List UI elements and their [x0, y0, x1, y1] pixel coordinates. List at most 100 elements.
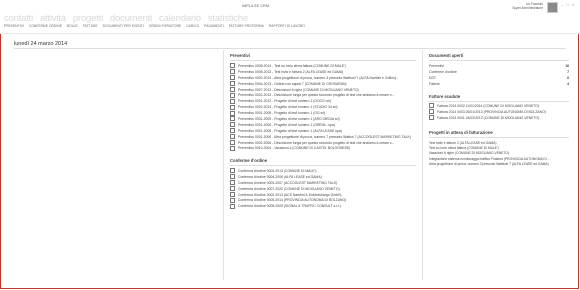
conferme-title: Conferme d'ordine: [230, 158, 268, 163]
checkbox[interactable]: [230, 81, 235, 87]
column-separator-left: [223, 50, 224, 280]
documenti-row-label: Preventivi: [429, 64, 444, 68]
checkbox[interactable]: [230, 92, 235, 98]
conferma-item[interactable]: Conferma d'ordine 0005-2009 (SIGNAL & TR…: [230, 203, 346, 209]
checkbox[interactable]: [230, 110, 235, 116]
documenti-underline: [429, 60, 569, 61]
page-date: lunedì 24 marzo 2014: [14, 41, 68, 47]
documenti-row[interactable]: Fatture 4: [429, 81, 569, 87]
app-brand: IMPULSE CRM: [242, 4, 270, 8]
subnav-fatture-proforma[interactable]: FATTURE PROFORMA: [229, 24, 264, 28]
checkbox[interactable]: [230, 122, 235, 128]
preventivo-item-label: Preventivo 0001-2008 - Progetto di test …: [238, 128, 342, 133]
documenti-row-label: DDT: [429, 76, 436, 80]
avatar[interactable]: [547, 2, 558, 13]
checkbox[interactable]: [429, 109, 434, 115]
progetti-attesa-title: Progetti in attesa di fatturazione: [429, 130, 493, 135]
subnav-bolle[interactable]: BOLLE: [67, 24, 78, 28]
preventivo-item-label: Preventivo 0002-2013 - Altra progettione…: [238, 75, 399, 80]
checkbox[interactable]: [429, 115, 434, 121]
checkbox[interactable]: [230, 168, 235, 174]
checkbox[interactable]: [230, 197, 235, 203]
checkbox[interactable]: [230, 186, 235, 192]
fattura-item-label: Fattura 2013 0001 24/02/2013 (COMUNE DI …: [437, 115, 540, 120]
checkbox[interactable]: [230, 174, 235, 180]
progetto-attesa-item[interactable]: Altra progettione di prova, numero 3 pre…: [429, 161, 550, 166]
documenti-row-count: 16: [565, 64, 569, 68]
fatture-scadute-list: Fattura 2014 0002 11/01/2014 (COMUNE DI …: [429, 103, 546, 121]
preventivo-item-label: Preventivo 0002-2006 - Descrizione lunga…: [238, 140, 395, 145]
progetti-attesa-underline: [429, 137, 569, 138]
nav-contatti[interactable]: contatti: [4, 13, 33, 24]
subnav-preventivi[interactable]: PREVENTIVI: [4, 24, 24, 28]
conferma-item-label: Conferma d'ordine 0004-2008 (ALFA LEASE …: [238, 174, 322, 179]
nav-statistiche[interactable]: statistiche: [208, 13, 248, 24]
checkbox[interactable]: [230, 75, 235, 81]
checkbox[interactable]: [230, 116, 235, 122]
preventivo-item-label: Preventivo 0004-2013 - Ordine non saputi…: [238, 81, 347, 86]
checkbox[interactable]: [230, 98, 235, 104]
nav-progetti[interactable]: progetti: [73, 13, 103, 24]
fattura-item[interactable]: Fattura 2013 0001 24/02/2013 (COMUNE DI …: [429, 115, 546, 121]
checkbox[interactable]: [230, 134, 235, 140]
checkbox[interactable]: [230, 63, 235, 69]
preventivo-item-label: Preventivo 0007-2013 - Descrizioni 6 rig…: [238, 87, 359, 92]
preventivi-underline: [230, 60, 416, 61]
subnav-rapporti-lavoro[interactable]: RAPPORTI DI LAVORO: [269, 24, 305, 28]
preventivo-item-label: Preventivo 0001-2009 - Progetto di test …: [238, 116, 340, 121]
subnav-documenti-eventi[interactable]: DOCUMENTI PER EVENTI: [103, 24, 144, 28]
fattura-item-label: Fattura 2014 0002 11/01/2014 (COMUNE DI …: [437, 103, 540, 108]
user-role: Super Amministratore: [512, 6, 543, 10]
preventivo-item-label: Preventivo 0001-2006 - Progetto di test …: [238, 122, 335, 127]
checkbox[interactable]: [230, 180, 235, 186]
minimize-icon[interactable]: –: [561, 2, 563, 7]
progetti-attesa-list: Test bolle e fatture 2 (ALFA LEASE ed GA…: [429, 140, 550, 166]
nav-calendario[interactable]: calendario: [159, 13, 201, 24]
subnav-conferme-ordine[interactable]: CONFERME ORDINE: [29, 24, 62, 28]
documenti-row-label: Conferme d'ordine: [429, 70, 457, 74]
conferma-item-label: Conferma d'ordine 0005-2014 (PROVINCIA A…: [238, 198, 347, 203]
close-icon[interactable]: ×: [572, 2, 574, 7]
column-separator-right: [422, 50, 423, 280]
preventivo-item-label: Preventivo 0005-2014 - Test su invio sti…: [238, 63, 346, 68]
subnav-ordini-fornitore[interactable]: ORDINI FORNITORE: [149, 24, 181, 28]
nav-attivita[interactable]: attività: [40, 13, 66, 24]
fatture-scadute-title: Fatture scadute: [429, 94, 461, 99]
conferma-item-label: Conferma d'ordine 0004-2013 (COMUNE DI M…: [238, 168, 317, 173]
date-divider: [14, 48, 566, 49]
maximize-icon[interactable]: □: [566, 2, 568, 7]
documenti-row-count: 4: [567, 82, 569, 86]
checkbox[interactable]: [230, 192, 235, 197]
subnav-carico[interactable]: CARICO: [186, 24, 199, 28]
conferma-item-label: Conferma d'ordine 0003-2007 (ACCOGLEST M…: [238, 180, 338, 185]
documenti-table: Preventivi 16 Conferme d'ordine 7 DDT 6 Fattur…: [429, 63, 569, 87]
conferma-item-label: Conferma d'ordine 0007-2020 (COMUNE DI M…: [238, 186, 340, 191]
checkbox[interactable]: [230, 87, 235, 92]
conferma-item-label: Conferma d'ordine 0005-2009 (SIGNAL & TR…: [238, 204, 341, 209]
documenti-row-count: 6: [567, 76, 569, 80]
conferme-underline: [230, 165, 416, 166]
preventivi-title: Preventivi: [230, 53, 251, 58]
conferma-item-label: Conferma d'ordine 0002-2013 (ACE Nambiri…: [238, 192, 342, 197]
checkbox[interactable]: [230, 203, 235, 209]
main-nav: contatti attività progetti documenti cal…: [4, 13, 248, 24]
subnav-fatture[interactable]: FATTURE: [83, 24, 98, 28]
checkbox[interactable]: [230, 128, 235, 134]
user-info[interactable]: Ivo Facchini Super Amministratore: [503, 2, 543, 10]
subnav-pagamenti[interactable]: PAGAMENTI: [204, 24, 223, 28]
checkbox[interactable]: [230, 145, 235, 151]
checkbox[interactable]: [230, 104, 235, 110]
preventivo-item-label: Preventivo 0001-2012 - Progetto di test …: [238, 99, 332, 104]
checkbox[interactable]: [230, 69, 235, 75]
nav-documenti[interactable]: documenti: [110, 13, 152, 24]
preventivo-item-label: Preventivo 0001-2006 - Altra progettione…: [238, 134, 411, 139]
preventivo-item-label: Preventivo 0002-2013 - Progetto di test …: [238, 105, 338, 110]
preventivo-item-label: Preventivo 0002-2013 - Descrizione lunga…: [238, 93, 395, 98]
documenti-row-count: 7: [567, 70, 569, 74]
preventivo-item-label: Preventivo 0010-2004 - Vacazioni 4 (COMU…: [238, 146, 351, 151]
sub-nav: PREVENTIVI CONFERME ORDINE BOLLE FATTURE…: [4, 24, 305, 28]
preventivo-item[interactable]: Preventivo 0010-2004 - Vacazioni 4 (COMU…: [230, 145, 411, 151]
progetto-attesa-item[interactable]: Integrazione sistema monitoraggio traffi…: [429, 156, 550, 161]
checkbox[interactable]: [429, 103, 434, 109]
checkbox[interactable]: [230, 140, 235, 146]
